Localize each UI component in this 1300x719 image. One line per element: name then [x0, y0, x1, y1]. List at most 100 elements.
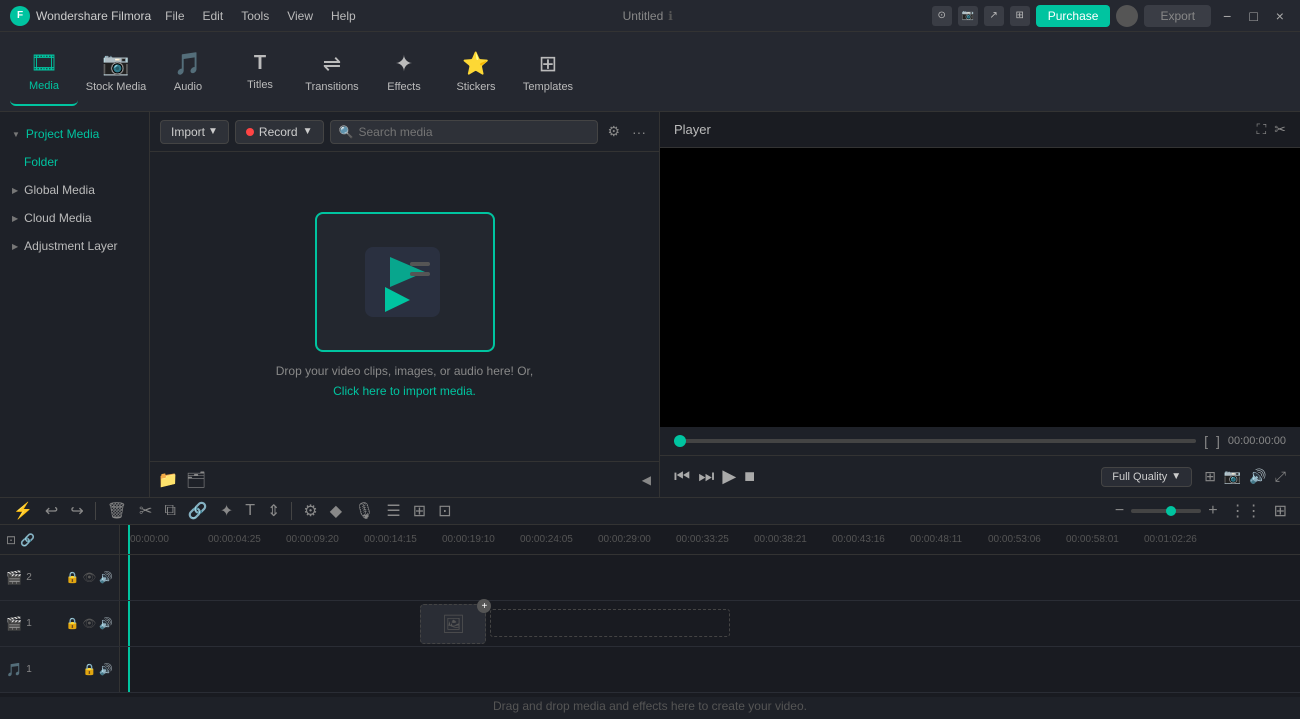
player-screen [660, 148, 1300, 427]
tl-redo-icon[interactable]: ↪ [67, 498, 86, 524]
search-input[interactable] [358, 125, 589, 139]
video2-lock-icon[interactable]: 🔒 [66, 571, 80, 584]
templates-icon: ⊞ [539, 51, 557, 77]
tl-delete-icon[interactable]: 🗑 [104, 498, 130, 524]
collapse-panel-btn[interactable]: ◀ [642, 473, 651, 487]
panel-project-media[interactable]: ▼ Project Media [0, 120, 149, 148]
import-label: Import [171, 125, 205, 139]
stop-btn[interactable]: ■ [744, 466, 755, 487]
menu-tools[interactable]: Tools [233, 6, 277, 26]
import-button[interactable]: Import ▼ [160, 120, 229, 144]
tl-text-icon[interactable]: T [242, 499, 258, 523]
zoom-out-icon[interactable]: − [1112, 499, 1127, 523]
panel-cloud-media[interactable]: ▶ Cloud Media [0, 204, 149, 232]
toolbar-templates[interactable]: ⊞ Templates [514, 38, 582, 106]
toolbar-transitions[interactable]: ⇌ Transitions [298, 38, 366, 106]
tl-undo-icon[interactable]: ↩ [42, 498, 61, 524]
placeholder-image-icon: 🖼 [442, 614, 465, 635]
avatar[interactable] [1116, 5, 1138, 27]
menu-view[interactable]: View [279, 6, 321, 26]
record-chevron: ▼ [303, 126, 313, 137]
export-button[interactable]: Export [1144, 5, 1211, 27]
quality-label: Full Quality [1112, 471, 1167, 483]
tl-crop-icon[interactable]: ✦ [217, 498, 236, 524]
add-folder-icon[interactable]: 📁 [158, 470, 178, 490]
minimize-button[interactable]: − [1217, 8, 1237, 24]
player-scrubber[interactable]: [ ] 00:00:00:00 [660, 427, 1300, 455]
maximize-button[interactable]: □ [1243, 8, 1263, 24]
drop-zone-track1[interactable] [490, 609, 730, 637]
menu-edit[interactable]: Edit [195, 6, 232, 26]
toolbar-titles[interactable]: T Titles [226, 38, 294, 106]
panel-folder[interactable]: Folder [0, 148, 149, 176]
video1-lock-icon[interactable]: 🔒 [66, 617, 80, 630]
video2-volume-icon[interactable]: 🔊 [99, 571, 113, 584]
new-folder-icon[interactable]: 🗂 [186, 470, 206, 490]
tl-link-icon[interactable]: 🔗 [185, 498, 211, 524]
tl-panel-icon[interactable]: ☰ [383, 498, 403, 524]
tl-more-icon[interactable]: ⋮⋮ [1227, 498, 1265, 524]
player-bracket-left[interactable]: [ [1204, 433, 1208, 449]
player-fullscreen-icon[interactable]: ⛶ [1256, 121, 1266, 138]
tl-edit2-icon[interactable]: ⊡ [435, 498, 454, 524]
screen-record-btn[interactable]: ⊙ [932, 6, 952, 26]
split-screen-icon[interactable]: ⊞ [1204, 468, 1216, 485]
prev-frame-btn[interactable]: ⏮ [674, 466, 690, 487]
next-frame-btn[interactable]: ⏭ [698, 466, 714, 487]
menu-file[interactable]: File [157, 6, 192, 26]
volume-icon[interactable]: 🔊 [1249, 468, 1266, 485]
snapshot-btn[interactable]: 📷 [958, 6, 978, 26]
close-button[interactable]: × [1270, 8, 1290, 24]
panel-adjustment-layer[interactable]: ▶ Adjustment Layer [0, 232, 149, 260]
zoom-bar[interactable] [1131, 509, 1201, 513]
track-video1: 🎬 1 🔒 👁 🔊 🖼 + [0, 601, 1300, 647]
tl-copy-icon[interactable]: ⧉ [161, 499, 178, 523]
record-button[interactable]: Record ▼ [235, 120, 324, 144]
panel-project-media-label: Project Media [26, 127, 99, 141]
audio1-volume-icon[interactable]: 🔊 [99, 663, 113, 676]
player-bracket-right[interactable]: ] [1216, 433, 1220, 449]
audio1-lock-icon[interactable]: 🔒 [83, 663, 97, 676]
panel-global-media[interactable]: ▶ Global Media [0, 176, 149, 204]
tl-cut-icon[interactable]: ✂ [136, 498, 155, 524]
zoom-in-icon[interactable]: + [1205, 499, 1220, 523]
scrubber-handle[interactable] [674, 435, 686, 447]
play-btn[interactable]: ▶ [722, 466, 736, 487]
tl-split-icon[interactable]: ⚡ [10, 498, 36, 524]
tl-snap-icon[interactable]: ⊞ [410, 498, 429, 524]
purchase-button[interactable]: Purchase [1036, 5, 1111, 27]
share-btn[interactable]: ↗ [984, 6, 1004, 26]
grid-btn[interactable]: ⊞ [1010, 6, 1030, 26]
fit-screen-icon[interactable]: ⤢ [1275, 468, 1286, 485]
video1-volume-icon[interactable]: 🔊 [99, 617, 113, 630]
video2-hide-icon[interactable]: 👁 [82, 571, 96, 584]
quality-button[interactable]: Full Quality ▼ [1101, 467, 1192, 487]
toolbar-stickers[interactable]: ⭐ Stickers [442, 38, 510, 106]
timeline-content: ⊡ 🔗 00:00:00 00:00:04:25 00:00:09:20 00:… [0, 525, 1300, 719]
tl-marker-icon[interactable]: ◆ [327, 498, 345, 524]
app-logo: F [10, 6, 30, 26]
tl-expand-icon[interactable]: ⊞ [1271, 498, 1290, 524]
toolbar-media[interactable]: 🎞 Media [10, 38, 78, 106]
video2-actions: 🔒 👁 🔊 [66, 571, 113, 584]
snapshot-ctrl-icon[interactable]: 📷 [1224, 468, 1241, 485]
tl-speed-icon[interactable]: ⇕ [264, 498, 283, 524]
scrubber-bar[interactable] [674, 439, 1196, 443]
global-arrow: ▶ [12, 186, 18, 195]
video1-hide-icon[interactable]: 👁 [82, 617, 96, 630]
toolbar-effects[interactable]: ✦ Effects [370, 38, 438, 106]
filter-icon[interactable]: ⚙ [604, 120, 623, 143]
menu-help[interactable]: Help [323, 6, 364, 26]
drop-target-placeholder[interactable]: 🖼 + [420, 604, 486, 644]
toolbar-stock-media[interactable]: 📷 Stock Media [82, 38, 150, 106]
media-content: Drop your video clips, images, or audio … [150, 152, 659, 461]
drop-zone[interactable] [315, 212, 495, 352]
zoom-handle[interactable] [1166, 506, 1176, 516]
tl-settings-icon[interactable]: ⚙ [300, 498, 320, 524]
more-options-icon[interactable]: ··· [629, 121, 649, 143]
info-icon[interactable]: ℹ [668, 9, 673, 23]
player-crop-icon[interactable]: ✂ [1274, 121, 1286, 138]
toolbar-audio[interactable]: 🎵 Audio [154, 38, 222, 106]
tl-mic-icon[interactable]: 🎙 [351, 498, 377, 524]
import-link[interactable]: Click here to import media. [333, 384, 476, 398]
